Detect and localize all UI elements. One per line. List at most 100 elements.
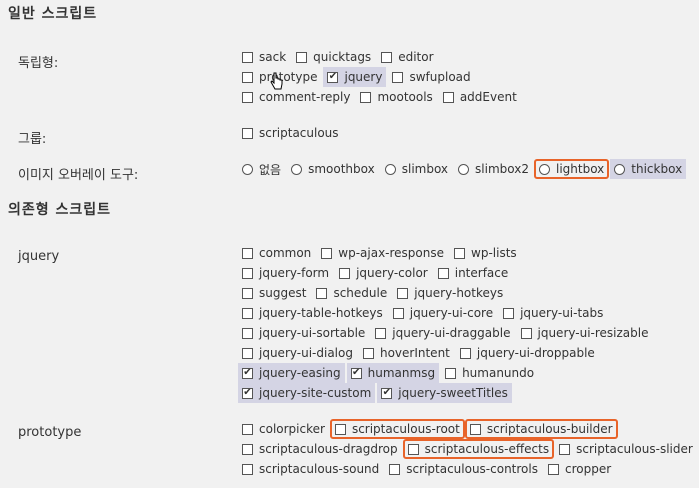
checkbox[interactable] bbox=[360, 91, 372, 103]
checkbox[interactable] bbox=[389, 463, 401, 475]
option-jquery-sweetTitles[interactable]: ✔ jquery-sweetTitles bbox=[377, 383, 512, 403]
option-quicktags[interactable]: quicktags bbox=[292, 47, 375, 67]
radio-button[interactable] bbox=[614, 163, 626, 175]
checkbox[interactable] bbox=[296, 51, 308, 63]
option-jquery-hotkeys[interactable]: jquery-hotkeys bbox=[393, 283, 507, 303]
option-jquery-ui-dialog[interactable]: jquery-ui-dialog bbox=[238, 343, 357, 363]
option-sack[interactable]: sack bbox=[238, 47, 290, 67]
checkbox[interactable] bbox=[242, 91, 253, 103]
checkbox[interactable] bbox=[334, 423, 346, 435]
checkbox[interactable]: ✔ bbox=[327, 71, 339, 83]
option-comment-reply[interactable]: comment-reply bbox=[238, 87, 354, 107]
checkbox[interactable] bbox=[242, 327, 253, 339]
checkbox[interactable] bbox=[454, 247, 466, 259]
option-suggest[interactable]: suggest bbox=[238, 283, 310, 303]
checkbox[interactable] bbox=[242, 423, 253, 435]
checkbox[interactable] bbox=[520, 327, 532, 339]
checkbox[interactable] bbox=[242, 267, 253, 279]
checkbox[interactable] bbox=[548, 463, 559, 475]
section-general-title: 일반 스크립트 bbox=[8, 6, 98, 22]
option-label: scriptaculous-root bbox=[351, 422, 460, 436]
option-jquery-ui-core[interactable]: jquery-ui-core bbox=[389, 303, 497, 323]
checkbox[interactable]: ✔ bbox=[350, 367, 362, 379]
option-jquery-easing[interactable]: ✔ jquery-easing bbox=[238, 363, 345, 383]
checkbox[interactable] bbox=[407, 443, 419, 455]
radio-button[interactable] bbox=[458, 163, 470, 175]
option-hoverIntent[interactable]: hoverIntent bbox=[359, 343, 454, 363]
radio-button[interactable] bbox=[291, 163, 303, 175]
option-jquery-ui-sortable[interactable]: jquery-ui-sortable bbox=[238, 323, 369, 343]
radio-button[interactable] bbox=[242, 163, 253, 175]
checkbox[interactable] bbox=[442, 91, 454, 103]
checkbox[interactable] bbox=[242, 443, 253, 455]
checkbox[interactable] bbox=[316, 287, 328, 299]
option-smoothbox[interactable]: smoothbox bbox=[287, 159, 379, 179]
checkbox[interactable] bbox=[242, 127, 253, 139]
option-jquery[interactable]: ✔ jquery bbox=[323, 67, 387, 87]
checkbox[interactable] bbox=[242, 347, 253, 359]
option-scriptaculous-effects[interactable]: scriptaculous-effects bbox=[402, 439, 555, 459]
option-colorpicker[interactable]: colorpicker bbox=[238, 419, 329, 439]
option-slimbox2[interactable]: slimbox2 bbox=[454, 159, 533, 179]
checkbox[interactable] bbox=[242, 287, 253, 299]
option-slimbox[interactable]: slimbox bbox=[381, 159, 452, 179]
option-common[interactable]: common bbox=[238, 243, 315, 263]
option-scriptaculous-slider[interactable]: scriptaculous-slider bbox=[555, 439, 697, 459]
option-humanundo[interactable]: humanundo bbox=[441, 363, 538, 383]
checkbox[interactable] bbox=[392, 307, 404, 319]
checkbox[interactable]: ✔ bbox=[381, 387, 393, 399]
option-interface[interactable]: interface bbox=[434, 263, 513, 283]
option-없음[interactable]: 없음 bbox=[238, 159, 285, 179]
checkbox[interactable] bbox=[559, 443, 571, 455]
radio-button[interactable] bbox=[384, 163, 396, 175]
checkbox[interactable] bbox=[321, 247, 333, 259]
checkbox[interactable] bbox=[242, 51, 253, 63]
option-scriptaculous-sound[interactable]: scriptaculous-sound bbox=[238, 459, 383, 479]
checkbox[interactable] bbox=[242, 307, 253, 319]
checkbox[interactable] bbox=[375, 327, 387, 339]
option-editor[interactable]: editor bbox=[377, 47, 437, 67]
label-prototype: prototype bbox=[18, 425, 82, 440]
option-wp-ajax-response[interactable]: wp-ajax-response bbox=[317, 243, 448, 263]
option-scriptaculous[interactable]: scriptaculous bbox=[238, 123, 343, 143]
option-wp-lists[interactable]: wp-lists bbox=[450, 243, 521, 263]
option-jquery-form[interactable]: jquery-form bbox=[238, 263, 333, 283]
checkbox[interactable] bbox=[242, 463, 253, 475]
checkbox[interactable] bbox=[437, 267, 449, 279]
jquery-row: suggest schedule jquery-hotkeys bbox=[238, 283, 699, 303]
option-lightbox[interactable]: lightbox bbox=[533, 159, 610, 179]
checkbox[interactable] bbox=[362, 347, 374, 359]
option-jquery-ui-resizable[interactable]: jquery-ui-resizable bbox=[517, 323, 653, 343]
checkbox[interactable] bbox=[339, 267, 351, 279]
option-jquery-ui-droppable[interactable]: jquery-ui-droppable bbox=[456, 343, 599, 363]
checkbox[interactable]: ✔ bbox=[242, 387, 253, 399]
option-addEvent[interactable]: addEvent bbox=[439, 87, 521, 107]
checkbox[interactable] bbox=[242, 247, 253, 259]
option-jquery-color[interactable]: jquery-color bbox=[335, 263, 432, 283]
option-jquery-ui-tabs[interactable]: jquery-ui-tabs bbox=[499, 303, 607, 323]
option-swfupload[interactable]: swfupload bbox=[388, 67, 474, 87]
option-scriptaculous-controls[interactable]: scriptaculous-controls bbox=[385, 459, 542, 479]
option-scriptaculous-builder[interactable]: scriptaculous-builder bbox=[464, 419, 618, 439]
checkbox[interactable] bbox=[459, 347, 471, 359]
option-scriptaculous-root[interactable]: scriptaculous-root bbox=[329, 419, 465, 439]
option-humanmsg[interactable]: ✔ humanmsg bbox=[346, 363, 440, 383]
option-label: editor bbox=[398, 50, 434, 64]
radio-button[interactable] bbox=[538, 163, 550, 175]
option-mootools[interactable]: mootools bbox=[356, 87, 436, 107]
option-jquery-table-hotkeys[interactable]: jquery-table-hotkeys bbox=[238, 303, 387, 323]
option-scriptaculous-dragdrop[interactable]: scriptaculous-dragdrop bbox=[238, 439, 402, 459]
checkbox[interactable] bbox=[392, 71, 404, 83]
option-schedule[interactable]: schedule bbox=[312, 283, 391, 303]
checkbox[interactable] bbox=[381, 51, 393, 63]
option-jquery-site-custom[interactable]: ✔ jquery-site-custom bbox=[238, 383, 376, 403]
checkbox[interactable]: ✔ bbox=[242, 367, 253, 379]
checkbox[interactable] bbox=[445, 367, 457, 379]
option-thickbox[interactable]: thickbox bbox=[610, 159, 687, 179]
checkbox[interactable] bbox=[397, 287, 409, 299]
option-cropper[interactable]: cropper bbox=[544, 459, 615, 479]
checkbox[interactable] bbox=[469, 423, 481, 435]
option-jquery-ui-draggable[interactable]: jquery-ui-draggable bbox=[371, 323, 514, 343]
checkbox[interactable] bbox=[503, 307, 515, 319]
checkbox[interactable] bbox=[242, 71, 253, 83]
